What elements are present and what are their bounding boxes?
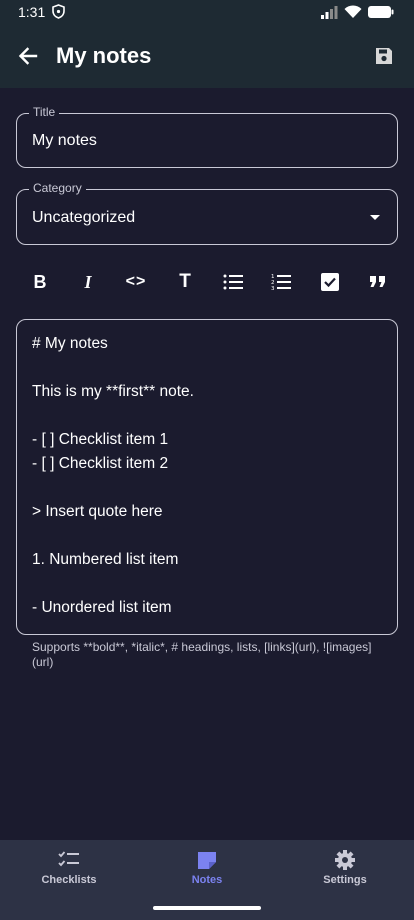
- bullet-list-icon: [223, 274, 243, 290]
- nav-item-checklists[interactable]: Checklists: [0, 840, 138, 898]
- bullet-list-button[interactable]: [219, 270, 247, 294]
- editor-line: - [ ] Checklist item 1: [32, 431, 169, 448]
- status-time: 1:31: [18, 4, 46, 20]
- save-button[interactable]: [368, 40, 400, 72]
- category-field-label: Category: [29, 181, 86, 195]
- category-selected-value: Uncategorized: [32, 209, 136, 226]
- nav-label: Checklists: [41, 874, 97, 886]
- code-icon: <>: [125, 273, 147, 290]
- heading-icon: T: [179, 271, 191, 292]
- bold-icon: B: [33, 271, 47, 292]
- markdown-helper-text: Supports **bold**, *italic*, # headings,…: [32, 640, 372, 669]
- save-icon: [376, 48, 392, 64]
- editor-line: - [ ] Checklist item 2: [32, 455, 169, 472]
- title-field[interactable]: Title My notes: [16, 105, 398, 168]
- dropdown-arrow-icon[interactable]: [370, 215, 380, 220]
- quote-button[interactable]: [364, 270, 392, 294]
- nav-label: Settings: [323, 874, 367, 886]
- heading-button[interactable]: T: [171, 270, 199, 294]
- signal-icon: [320, 5, 338, 24]
- home-indicator[interactable]: [153, 906, 261, 910]
- note-icon: [197, 850, 217, 870]
- wifi-icon: [344, 5, 362, 24]
- nav-label: Notes: [191, 874, 223, 886]
- italic-icon: I: [84, 271, 92, 292]
- title-input[interactable]: My notes: [32, 132, 97, 150]
- italic-button[interactable]: I: [74, 270, 102, 294]
- editor-line: 1. Numbered list item: [32, 551, 179, 568]
- checkbox-icon: [321, 273, 339, 291]
- editor-line: > Insert quote here: [32, 503, 163, 520]
- checklist-button[interactable]: [316, 270, 344, 294]
- back-button[interactable]: [12, 40, 44, 72]
- nav-item-notes[interactable]: Notes: [138, 840, 276, 898]
- note-content-editor[interactable]: # My notes This is my **first** note. - …: [16, 319, 398, 635]
- editor-line: - Unordered list item: [32, 599, 172, 616]
- formatting-toolbar: B I <> T 123: [16, 270, 398, 294]
- numbered-list-button[interactable]: 123: [267, 270, 295, 294]
- app-bar: My notes: [0, 24, 414, 88]
- battery-icon: [368, 5, 394, 24]
- editor-line: # My notes: [32, 335, 108, 352]
- title-field-label: Title: [29, 105, 60, 119]
- gear-icon: [335, 850, 355, 870]
- svg-text:3: 3: [271, 286, 275, 291]
- shield-icon: [52, 4, 65, 24]
- code-button[interactable]: <>: [122, 270, 150, 294]
- gesture-area: [0, 898, 414, 920]
- category-select[interactable]: Category Uncategorized: [16, 181, 398, 245]
- numbered-list-icon: 123: [271, 274, 291, 291]
- nav-item-settings[interactable]: Settings: [276, 840, 414, 898]
- arrow-back-icon: [18, 47, 38, 65]
- bottom-navigation: Checklists Notes Settings: [0, 840, 414, 898]
- checklist-icon: [58, 850, 80, 870]
- editor-line: This is my **first** note.: [32, 383, 194, 400]
- bold-button[interactable]: B: [26, 270, 54, 294]
- status-bar: 1:31: [0, 0, 414, 24]
- status-indicators: [320, 5, 394, 24]
- page-title: My notes: [56, 43, 152, 68]
- quote-icon: [370, 276, 385, 287]
